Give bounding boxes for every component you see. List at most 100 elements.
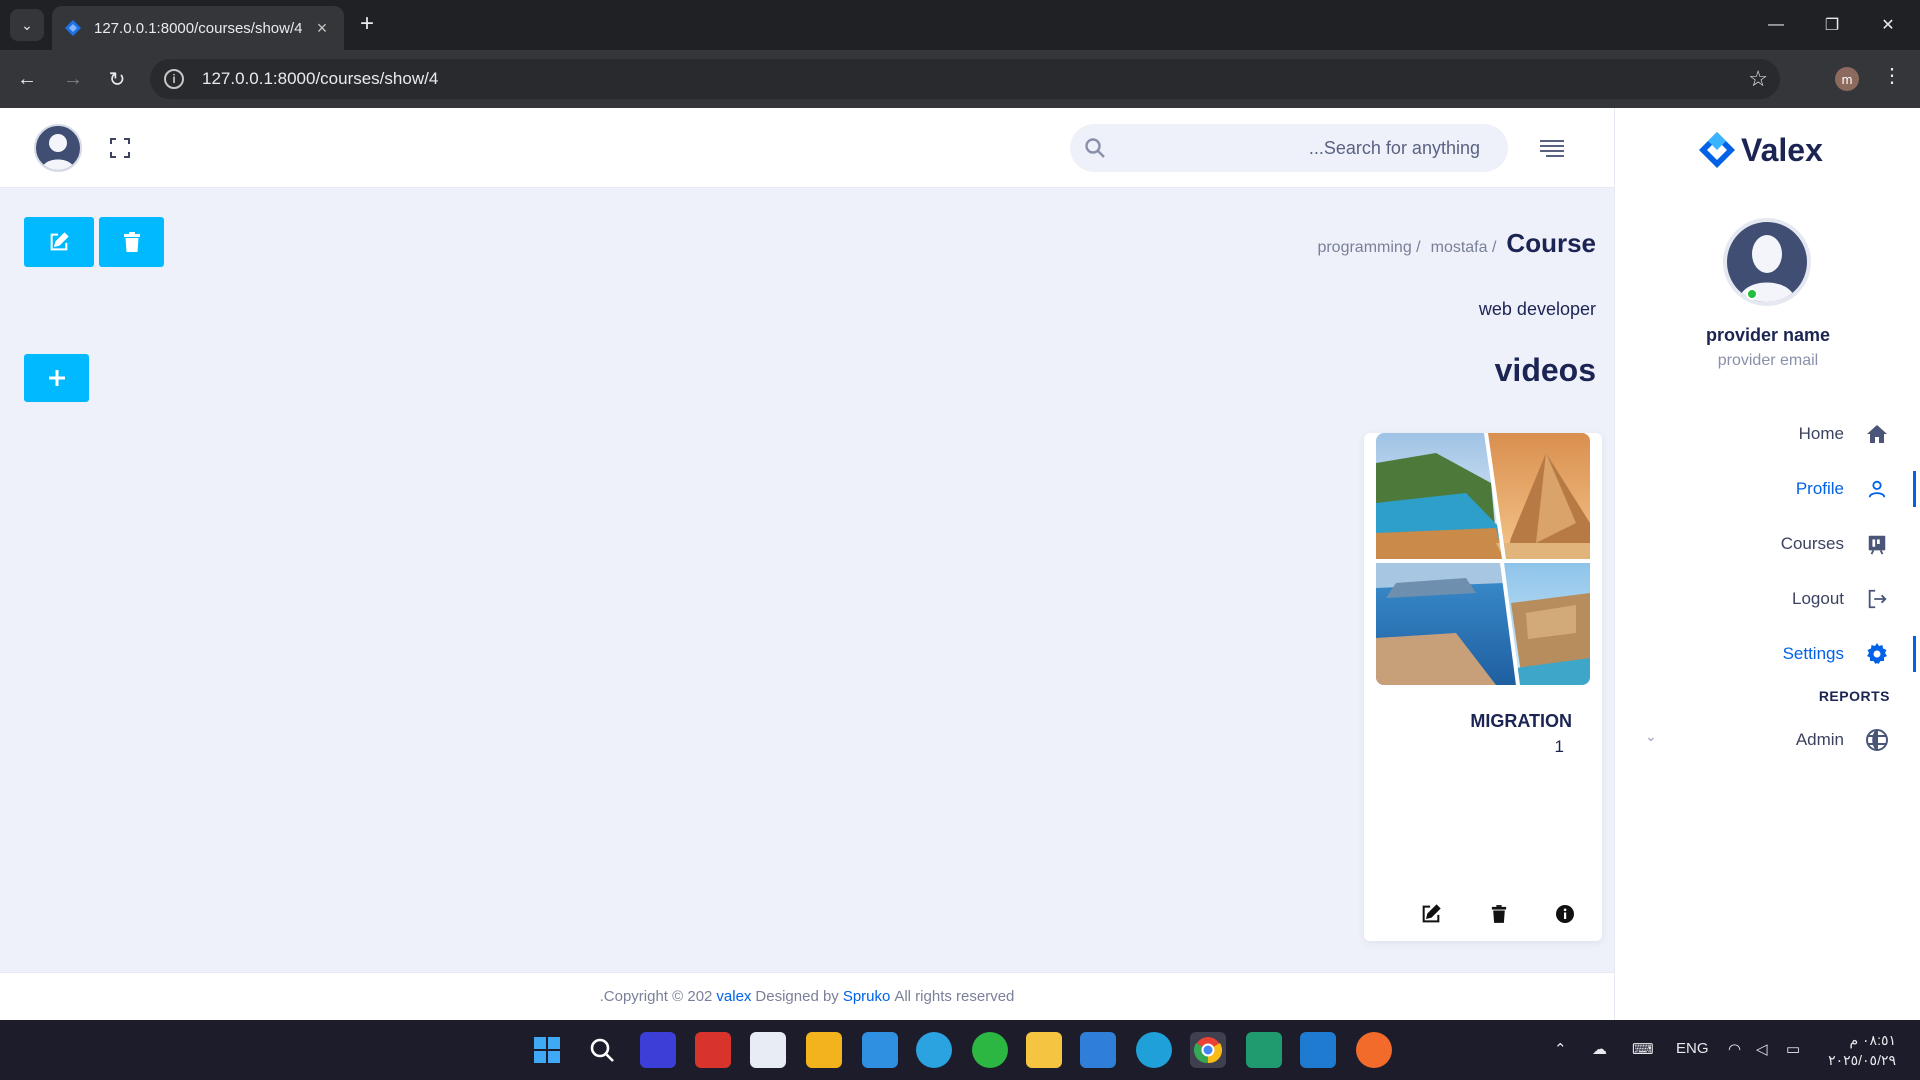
breadcrumb: programming / mostafa / Course [1317,228,1596,259]
app-header [0,108,1614,188]
minimize-icon[interactable]: — [1748,0,1804,50]
delete-video-icon[interactable] [1488,903,1510,925]
sidebar-item-label: Profile [1795,479,1844,498]
video-count: 1 [1554,737,1564,756]
tab-search-chevron-icon[interactable]: ⌄ [10,9,44,41]
app-icon-telegram[interactable] [916,1032,952,1068]
reports-section-label: REPORTS [1818,688,1890,704]
plus-icon [48,370,65,386]
app-icon-store[interactable] [806,1032,842,1068]
browser-profile-avatar[interactable]: m [1835,67,1859,91]
home-icon [1864,421,1890,447]
edit-video-icon[interactable] [1420,903,1442,925]
sidebar: Valex provider name provider email Home … [1614,108,1920,1020]
sidebar-item-home[interactable]: Home [1614,412,1920,456]
tray-battery-icon[interactable]: ▭ [1786,1040,1800,1058]
brand-logo[interactable]: Valex [1697,130,1823,170]
user-silhouette-icon [42,134,74,170]
new-tab-icon[interactable]: + [352,10,382,40]
browser-tabstrip: ⌄ 127.0.0.1:8000/courses/show/4 × + — ❐ … [0,0,1920,50]
app-icon-math[interactable] [640,1032,676,1068]
app-icon-pdf[interactable] [695,1032,731,1068]
address-bar[interactable]: i 127.0.0.1:8000/courses/show/4 ☆ [150,59,1780,99]
courses-icon [1864,531,1890,557]
app-icon-xampp[interactable] [862,1032,898,1068]
tab-close-icon[interactable]: × [312,18,332,39]
sidebar-item-profile[interactable]: Profile [1614,467,1920,511]
search-bar [1070,124,1508,172]
edit-icon [50,232,69,251]
sidebar-item-logout[interactable]: Logout [1614,577,1920,621]
tab-title: 127.0.0.1:8000/courses/show/4 [94,19,303,37]
sidebar-avatar[interactable] [1723,218,1811,306]
footer-brand-link[interactable]: valex [716,988,751,1005]
search-input[interactable] [1106,137,1480,159]
delete-course-button[interactable] [99,217,164,267]
app-icon-chrome[interactable] [1190,1032,1226,1068]
start-icon[interactable] [529,1032,565,1068]
browser-menu-icon[interactable]: ⋮ [1882,63,1902,88]
restore-icon[interactable]: ❐ [1804,0,1860,50]
app-icon-whatsapp[interactable] [972,1032,1008,1068]
browser-tab[interactable]: 127.0.0.1:8000/courses/show/4 × [52,6,344,50]
footer-copyright: .Copyright © 202 [599,988,713,1005]
sidebar-item-label: Home [1798,424,1844,443]
course-subtitle: web developer [1478,299,1596,319]
egypt-collage-image [1376,433,1590,685]
tray-cloud-icon[interactable]: ☁ [1592,1040,1607,1058]
video-card: MIGRATION 1 [1364,433,1602,941]
fullscreen-icon[interactable] [108,136,132,160]
sidebar-item-admin[interactable]: Admin [1614,718,1920,762]
site-info-icon[interactable]: i [164,69,184,89]
tray-volume-icon[interactable]: ◁ [1756,1040,1768,1058]
app-icon-snip[interactable] [750,1032,786,1068]
footer-author-link[interactable]: Spruko [843,988,891,1005]
info-video-icon[interactable] [1554,903,1576,925]
online-status-dot [1746,288,1758,300]
user-icon [1864,476,1890,502]
sidebar-item-label: Courses [1780,534,1844,553]
footer-designed-by: Designed by [755,988,839,1005]
video-card-actions [1364,899,1602,929]
footer-rights: All rights reserved [894,988,1015,1005]
app-icon-vscode-insiders[interactable] [1246,1032,1282,1068]
tray-language[interactable]: ENG [1676,1040,1709,1057]
search-icon[interactable] [1084,137,1106,159]
videos-section-title: videos [1494,352,1596,388]
taskbar-search-icon[interactable] [584,1032,620,1068]
sidebar-item-settings[interactable]: Settings [1614,632,1920,676]
breadcrumb-item[interactable]: programming / [1317,239,1420,257]
app-icon-folder[interactable] [1026,1032,1062,1068]
site-favicon-icon [65,20,81,36]
app-icon-edge[interactable] [1136,1032,1172,1068]
header-avatar[interactable] [34,124,82,172]
sidebar-item-label: Settings [1782,644,1844,663]
video-thumbnail[interactable] [1376,433,1590,685]
app-icon-postman[interactable] [1356,1032,1392,1068]
add-video-button[interactable] [24,354,89,402]
menu-toggle-icon[interactable] [1538,138,1566,158]
clock-date: ٢٠٢٥/٠٥/٢٩ [1828,1052,1896,1068]
bookmark-star-icon[interactable]: ☆ [1748,66,1768,92]
edit-course-button[interactable] [24,217,94,267]
windows-taskbar: ⌃ ☁ ⌨ ENG ◠ ◁ ▭ ٠٨:٥١ م ٢٠٢٥/٠٥/٢٩ [0,1020,1920,1080]
valex-logo-icon [1699,132,1735,168]
window-close-icon[interactable]: ✕ [1860,0,1916,50]
tray-wifi-icon[interactable]: ◠ [1728,1040,1741,1058]
app-icon-notepad[interactable] [1080,1032,1116,1068]
user-silhouette-icon [1739,235,1795,302]
forward-icon[interactable]: → [56,62,90,96]
app-icon-vscode[interactable] [1300,1032,1336,1068]
provider-name: provider name [1705,325,1831,345]
sidebar-item-label: Logout [1792,589,1844,608]
sidebar-item-label: Admin [1795,730,1844,749]
breadcrumb-item[interactable]: mostafa / [1431,239,1497,257]
tray-chevron-up-icon[interactable]: ⌃ [1554,1040,1567,1058]
reload-icon[interactable]: ↻ [100,62,134,96]
back-icon[interactable]: ← [10,62,44,96]
video-title: MIGRATION [1470,711,1572,731]
sidebar-item-courses[interactable]: Courses [1614,522,1920,566]
taskbar-clock[interactable]: ٠٨:٥١ م ٢٠٢٥/٠٥/٢٩ [1828,1030,1896,1070]
page-title: Course [1506,228,1596,258]
tray-keyboard-icon[interactable]: ⌨ [1632,1040,1654,1058]
